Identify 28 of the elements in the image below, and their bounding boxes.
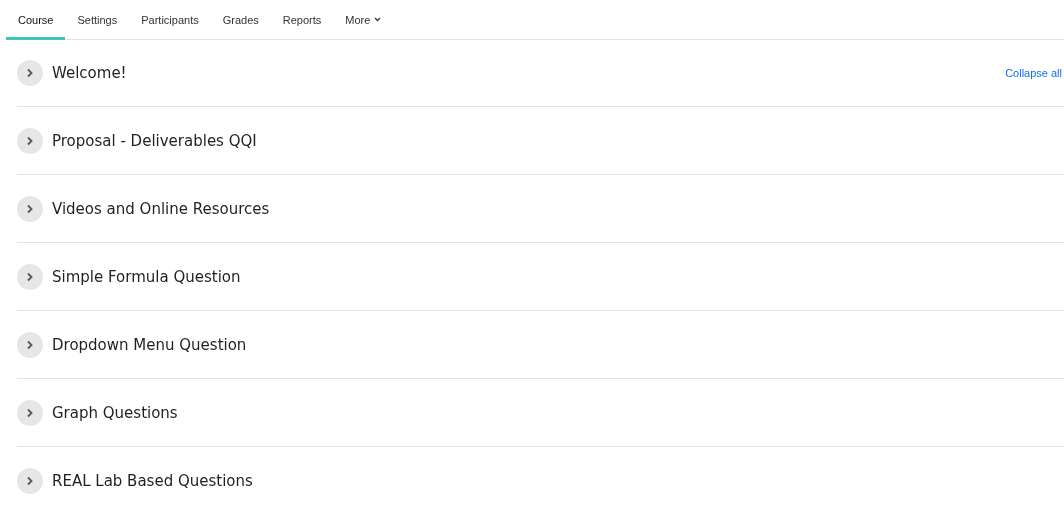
- chevron-icon: [26, 203, 34, 214]
- section-title[interactable]: Simple Formula Question: [52, 267, 241, 286]
- section-toggle-button[interactable]: [17, 399, 43, 426]
- chevron-icon: [26, 135, 34, 146]
- chevron-icon: [26, 68, 34, 78]
- section-toggle-button[interactable]: [17, 127, 43, 154]
- chevron-icon: [26, 475, 34, 486]
- chevron-icon: [26, 271, 34, 282]
- section-title[interactable]: Dropdown Menu Question: [52, 335, 247, 354]
- nav-tab[interactable]: Grades: [210, 0, 271, 40]
- chevron-icon: [26, 407, 34, 418]
- section-title[interactable]: REAL Lab Based Questions: [52, 471, 253, 490]
- section-title[interactable]: Videos and Online Resources: [52, 199, 270, 218]
- nav-tab[interactable]: Reports: [270, 0, 334, 40]
- section-toggle-button[interactable]: [17, 263, 43, 290]
- section-toggle-button[interactable]: [17, 60, 43, 86]
- nav-tab[interactable]: Settings: [65, 0, 130, 40]
- nav-tab[interactable]: Participants: [129, 0, 211, 40]
- section-title[interactable]: Graph Questions: [52, 403, 178, 422]
- section-toggle-button[interactable]: [17, 195, 43, 222]
- chevron-icon: [26, 339, 34, 350]
- nav-tab[interactable]: Course: [6, 0, 66, 40]
- section-title[interactable]: Proposal - Deliverables QQI: [52, 131, 257, 150]
- nav-tab[interactable]: More: [333, 0, 394, 40]
- collapse-all-link[interactable]: Collapse all: [1005, 67, 1062, 79]
- section-toggle-button[interactable]: [17, 467, 43, 494]
- section-title[interactable]: Welcome!: [52, 64, 127, 82]
- section-toggle-button[interactable]: [17, 331, 43, 358]
